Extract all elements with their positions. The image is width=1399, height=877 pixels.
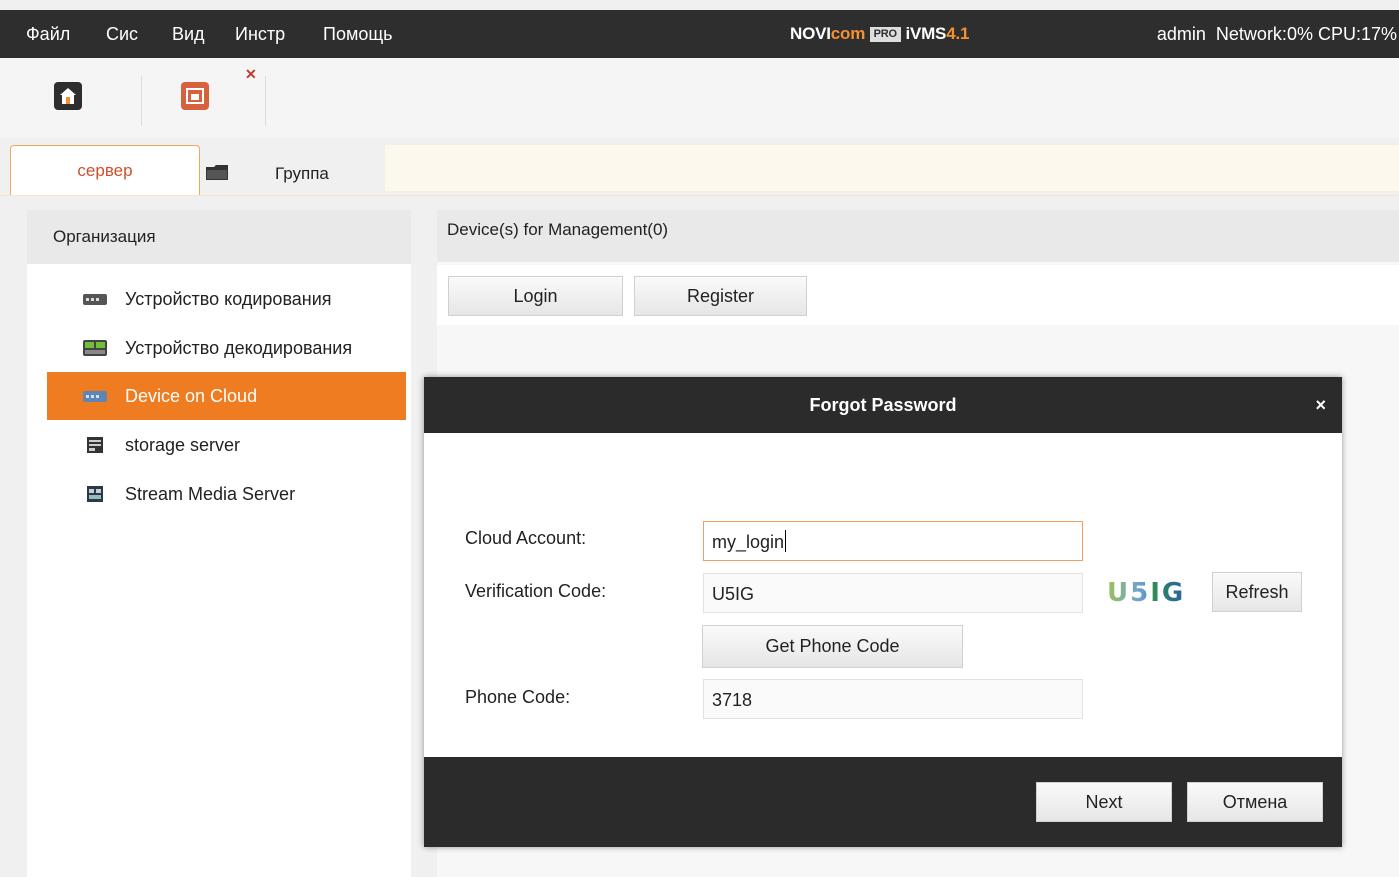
- dialog-footer: Next Отмена: [424, 757, 1342, 847]
- network-usage: Network:0%: [1215, 24, 1313, 44]
- toolbar-divider: [265, 76, 266, 126]
- refresh-captcha-button[interactable]: Refresh: [1212, 572, 1302, 612]
- device-management-button[interactable]: [181, 82, 209, 110]
- captcha-image: U5IG: [1107, 578, 1186, 608]
- decoder-device-icon: [83, 340, 107, 356]
- login-button[interactable]: Login: [448, 276, 623, 316]
- verification-code-input[interactable]: U5IG: [703, 573, 1083, 613]
- cloud-account-input[interactable]: my_login: [703, 521, 1083, 561]
- cpu-usage: CPU:17%: [1317, 24, 1397, 44]
- title-bar: Файл Сис Вид Инстр Помощь NOVIcom PRO iV…: [0, 10, 1399, 58]
- brand-logo: NOVIcom PRO iVMS4.1: [790, 24, 970, 43]
- menu-view[interactable]: Вид: [172, 10, 205, 58]
- current-user: admin: [1156, 24, 1206, 44]
- folder-icon: [186, 88, 204, 104]
- menu-help[interactable]: Помощь: [323, 10, 393, 58]
- tab-group[interactable]: Группа: [200, 145, 385, 194]
- cloud-account-label: Cloud Account:: [465, 528, 587, 548]
- register-button[interactable]: Register: [634, 276, 807, 316]
- tree-item-storage-server[interactable]: storage server: [47, 421, 406, 469]
- tree-item-device-on-cloud[interactable]: Device on Cloud: [47, 372, 406, 420]
- tab-strip: сервер Группа: [0, 138, 1399, 196]
- menu-system[interactable]: Сис: [106, 10, 138, 58]
- cloud-device-icon: [83, 391, 107, 402]
- close-icon[interactable]: ×: [1315, 377, 1326, 433]
- phone-code-label: Phone Code:: [465, 687, 571, 707]
- encoder-device-icon: [83, 294, 107, 305]
- forgot-password-dialog: Forgot Password × Cloud Account: my_logi…: [424, 377, 1342, 847]
- toolbar: ✕: [0, 58, 1399, 138]
- device-button-row: Login Register: [437, 265, 1399, 325]
- storage-server-icon: [87, 437, 103, 453]
- cancel-button[interactable]: Отмена: [1187, 782, 1323, 822]
- menu-tools[interactable]: Инстр: [235, 10, 285, 58]
- dialog-title: Forgot Password: [424, 377, 1342, 433]
- folder-icon: [206, 165, 228, 180]
- tab-server[interactable]: сервер: [10, 145, 200, 195]
- next-button[interactable]: Next: [1036, 782, 1172, 822]
- menu-file[interactable]: Файл: [26, 10, 70, 58]
- home-button[interactable]: [54, 82, 82, 110]
- stream-media-server-icon: [87, 486, 103, 502]
- tab-group-label: Группа: [275, 164, 329, 183]
- home-icon: [60, 88, 76, 104]
- organization-header: Организация: [27, 210, 411, 264]
- tree-item-stream-media-server[interactable]: Stream Media Server: [47, 470, 406, 518]
- verification-code-label: Verification Code:: [465, 581, 607, 601]
- tree-item-decoder[interactable]: Устройство декодирования: [47, 324, 406, 372]
- phone-code-input[interactable]: 3718: [703, 679, 1083, 719]
- status-area: admin Network:0% CPU:17%: [1157, 10, 1397, 58]
- organization-panel: Организация Устройство кодирования Устро…: [27, 210, 411, 877]
- tab-strip-background: [385, 145, 1399, 191]
- tree-item-encoder[interactable]: Устройство кодирования: [47, 275, 406, 323]
- device-management-header: Device(s) for Management(0): [437, 210, 1399, 262]
- toolbar-divider: [141, 76, 142, 126]
- get-phone-code-button[interactable]: Get Phone Code: [702, 625, 963, 668]
- close-tab-icon[interactable]: ✕: [245, 67, 257, 81]
